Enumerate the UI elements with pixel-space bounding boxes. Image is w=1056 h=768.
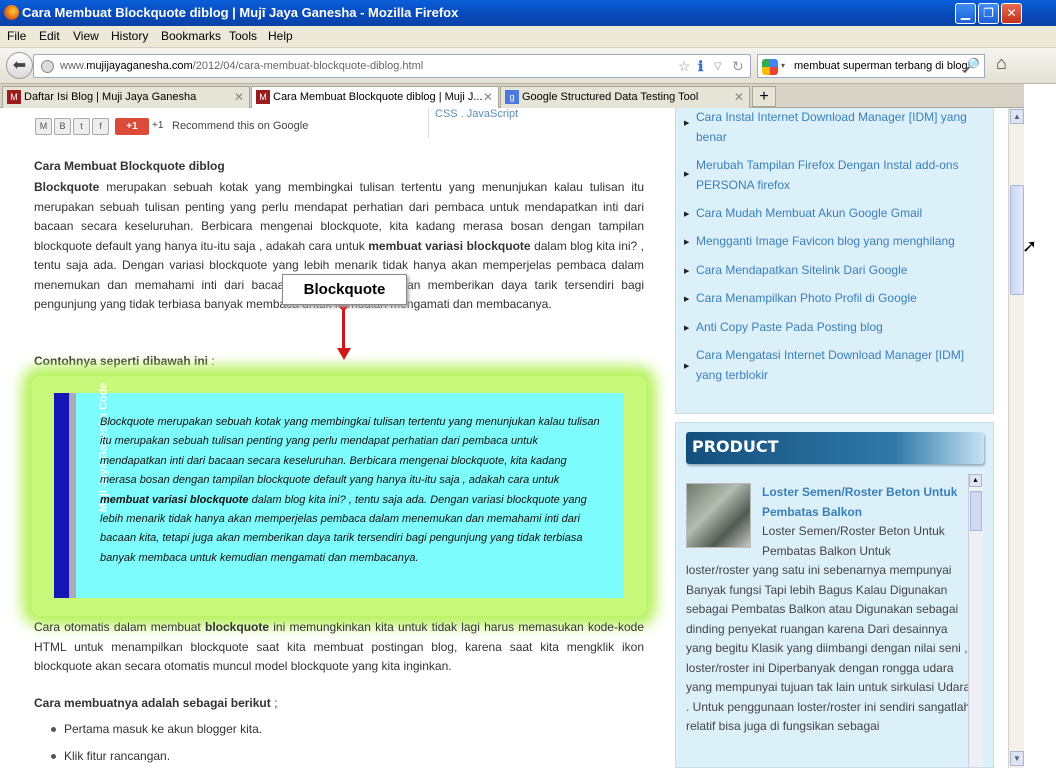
- navigation-toolbar: ⬅ www.mujijayaganesha.com/2012/04/cara-m…: [0, 48, 1056, 84]
- menu-edit[interactable]: Edit: [39, 29, 60, 43]
- tab-close-icon[interactable]: ✕: [234, 87, 244, 107]
- tab-structured-data[interactable]: g Google Structured Data Testing Tool ✕: [500, 86, 750, 108]
- product-description: Loster Semen/Roster Beton Untuk Pembatas…: [762, 524, 945, 558]
- tab-close-icon[interactable]: ✕: [483, 87, 493, 107]
- article-heading: Cara Membuat Blockquote diblog: [34, 159, 225, 173]
- sidebar-link[interactable]: Anti Copy Paste Pada Posting blog: [696, 318, 986, 338]
- steps-list: Pertama masuk ke akun blogger kita. Klik…: [50, 720, 650, 768]
- page-scrollbar[interactable]: ▲ ▼: [1008, 108, 1024, 768]
- globe-icon: [41, 60, 54, 73]
- menu-history[interactable]: History: [111, 29, 148, 43]
- menu-bookmarks[interactable]: Bookmarks: [161, 29, 221, 43]
- back-arrow-icon: ⬅: [12, 57, 27, 74]
- engine-dropdown-icon[interactable]: ▾: [781, 61, 785, 70]
- tab-daftar-isi[interactable]: M Daftar Isi Blog | Muji Jaya Ganesha ✕: [2, 86, 250, 108]
- facebook-share-icon[interactable]: f: [92, 118, 109, 135]
- plus-one-count: +1: [152, 120, 164, 131]
- tab-label: Google Structured Data Testing Tool: [522, 91, 699, 103]
- bullet-arrow-icon: ▶: [684, 363, 690, 370]
- article-paragraph-2: Cara otomatis dalam membuat blockquote i…: [34, 620, 644, 673]
- search-field[interactable]: ▾ membuat superman terbang di blog 🔎: [757, 54, 985, 78]
- arrow-down-icon: [337, 348, 351, 360]
- sidebar-link[interactable]: Cara Mendapatkan Sitelink Dari Google: [696, 261, 986, 281]
- menu-tools[interactable]: Tools: [229, 29, 257, 43]
- list-item: Klik fitur rancangan.: [50, 747, 650, 768]
- product-scrollbar[interactable]: ▲: [968, 473, 983, 767]
- scroll-up-arrow-icon[interactable]: ▲: [1010, 109, 1024, 124]
- email-share-icon[interactable]: M: [35, 118, 52, 135]
- back-button[interactable]: ⬅: [6, 52, 33, 79]
- google-plus-button[interactable]: +1: [115, 118, 149, 135]
- window-title: Cara Membuat Blockquote diblog | Mujī Ja…: [22, 5, 459, 20]
- quote-side-stripe-gray: [69, 393, 76, 598]
- search-input[interactable]: membuat superman terbang di blog: [794, 60, 968, 72]
- google-favicon-icon: g: [505, 90, 519, 104]
- close-button[interactable]: ✕: [1001, 3, 1022, 24]
- tab-bar: M Daftar Isi Blog | Muji Jaya Ganesha ✕ …: [0, 84, 1024, 109]
- sidebar-link[interactable]: Merubah Tampilan Firefox Dengan Instal a…: [696, 156, 986, 195]
- reload-icon[interactable]: ↻: [732, 58, 744, 75]
- minimize-button[interactable]: ▁: [955, 3, 976, 24]
- list-item: Pertama masuk ke akun blogger kita.: [50, 720, 650, 747]
- sidebar-product-widget: PRODUCT Loster Semen/Roster Beton Untuk …: [675, 422, 994, 768]
- bullet-arrow-icon: ▶: [684, 171, 690, 178]
- bullet-arrow-icon: ▶: [684, 211, 690, 218]
- sidebar-link[interactable]: Cara Menampilkan Photo Profil di Google: [696, 289, 986, 309]
- divider: [428, 108, 429, 138]
- address-bar[interactable]: www.mujijayaganesha.com/2012/04/cara-mem…: [33, 54, 751, 78]
- arrow-line: [342, 306, 345, 350]
- blog-favicon-icon: M: [256, 90, 270, 104]
- url-text: www.mujijayaganesha.com/2012/04/cara-mem…: [60, 60, 424, 72]
- home-icon[interactable]: ⌂: [996, 53, 1007, 74]
- page-content: M B t f +1 +1 Recommend this on Google C…: [0, 108, 1008, 768]
- recommend-text: Recommend this on Google: [172, 120, 309, 132]
- bookmark-star-icon[interactable]: ☆: [678, 58, 691, 75]
- label-tags-link[interactable]: CSS . JavaScript: [435, 108, 518, 120]
- google-engine-icon[interactable]: [762, 59, 778, 75]
- bullet-arrow-icon: ▶: [684, 239, 690, 246]
- blog-favicon-icon: M: [7, 90, 21, 104]
- firefox-logo-icon: [4, 5, 19, 20]
- twitter-share-icon[interactable]: t: [73, 118, 90, 135]
- scroll-down-arrow-icon[interactable]: ▼: [1010, 751, 1024, 766]
- search-magnifier-icon[interactable]: 🔎: [963, 57, 980, 74]
- blockquote-text: Blockquote merupakan sebuah kotak yang m…: [100, 416, 600, 564]
- tab-label: Cara Membuat Blockquote diblog | Muji J.…: [273, 91, 483, 103]
- sidebar-link[interactable]: Cara Mudah Membuat Akun Google Gmail: [696, 204, 986, 224]
- product-description-continued: loster/roster yang satu ini sebenarnya m…: [686, 563, 971, 733]
- steps-heading: Cara membuatnya adalah sebagai berikut ;: [34, 696, 278, 710]
- dropdown-arrow-icon[interactable]: ▽: [714, 61, 722, 72]
- menu-bar: File Edit View History Bookmarks Tools H…: [0, 26, 1056, 48]
- menu-file[interactable]: File: [7, 29, 26, 43]
- bullet-arrow-icon: ▶: [684, 325, 690, 332]
- blockquote-example: Muji Jaya Ganesha Code Blockquote merupa…: [54, 383, 624, 598]
- tab-label: Daftar Isi Blog | Muji Jaya Ganesha: [24, 91, 197, 103]
- info-icon[interactable]: ℹ: [698, 58, 703, 75]
- window-titlebar: Cara Membuat Blockquote diblog | Mujī Ja…: [0, 0, 1056, 26]
- product-title-link[interactable]: Loster Semen/Roster Beton Untuk Pembatas…: [762, 483, 962, 522]
- quote-side-stripe: [54, 393, 69, 598]
- product-scroll-thumb[interactable]: [970, 491, 982, 531]
- window-margin: [1024, 84, 1056, 768]
- sidebar-link[interactable]: Mengganti Image Favicon blog yang menghi…: [696, 232, 986, 252]
- sidebar-link[interactable]: Cara Mengatasi Internet Download Manager…: [696, 346, 986, 385]
- tab-blockquote-active[interactable]: M Cara Membuat Blockquote diblog | Muji …: [251, 86, 499, 109]
- scroll-up-arrow-icon[interactable]: ▲: [969, 474, 982, 487]
- maximize-button[interactable]: ❐: [978, 3, 999, 24]
- example-heading: Contohnya seperti dibawah ini :: [34, 354, 215, 368]
- blogger-share-icon[interactable]: B: [54, 118, 71, 135]
- mouse-cursor-icon: ➚: [1022, 236, 1038, 256]
- blockquote-callout-label: Blockquote: [282, 274, 407, 305]
- new-tab-button[interactable]: +: [752, 86, 776, 107]
- bullet-arrow-icon: ▶: [684, 120, 690, 127]
- bullet-arrow-icon: ▶: [684, 296, 690, 303]
- sidebar-link[interactable]: Cara Instal Internet Download Manager [I…: [696, 108, 986, 147]
- menu-view[interactable]: View: [73, 29, 99, 43]
- product-thumbnail[interactable]: [686, 483, 751, 548]
- sidebar-recent-posts: Cara Instal Internet Download Manager [I…: [675, 108, 994, 414]
- tab-close-icon[interactable]: ✕: [734, 87, 744, 107]
- bullet-arrow-icon: ▶: [684, 268, 690, 275]
- product-header: PRODUCT: [686, 432, 984, 464]
- menu-help[interactable]: Help: [268, 29, 293, 43]
